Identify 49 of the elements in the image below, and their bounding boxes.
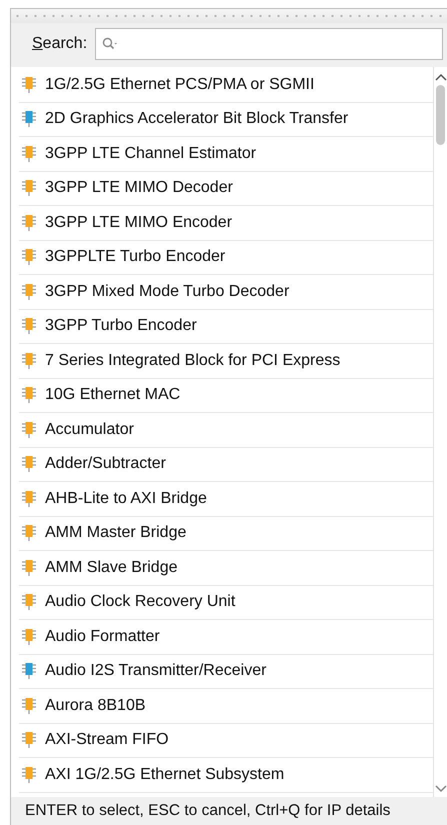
- item-name: 7 Series Integrated Block for PCI Express: [45, 352, 340, 370]
- search-icon[interactable]: [102, 37, 118, 51]
- list-item[interactable]: AHB-Lite to AXI Bridge: [19, 482, 433, 516]
- list-item[interactable]: Audio Clock Recovery Unit: [19, 586, 433, 620]
- item-name: 3GPP Mixed Mode Turbo Decoder: [45, 282, 290, 301]
- list-item[interactable]: AXI-Stream FIFO: [19, 724, 433, 758]
- list-item[interactable]: 3GPP Turbo Encoder: [19, 310, 433, 344]
- item-name: AXI 1G/2.5G Ethernet Subsystem: [45, 766, 284, 784]
- item-name: Audio Clock Recovery Unit: [45, 593, 236, 612]
- list-item[interactable]: 3GPPLTE Turbo Encoder: [19, 240, 433, 275]
- item-name: 10G Ethernet MAC: [45, 386, 180, 404]
- list-item[interactable]: AMM Master Bridge: [19, 516, 433, 551]
- list-item[interactable]: 3GPP LTE MIMO Encoder: [19, 206, 433, 240]
- search-label: Search:: [32, 35, 88, 53]
- list-item[interactable]: 3GPP LTE MIMO Decoder: [19, 172, 433, 206]
- list-item[interactable]: AXI 1G/2.5G Ethernet Subsystem: [19, 758, 433, 792]
- list-item[interactable]: AMM Slave Bridge: [19, 551, 433, 586]
- list-item[interactable]: 3GPP LTE Channel Estimator: [19, 137, 433, 172]
- status-bar: ENTER to select, ESC to cancel, Ctrl+Q for IP details: [10, 797, 447, 825]
- list-item[interactable]: 1G/2.5G Ethernet PCS/PMA or SGMII: [19, 68, 433, 102]
- scrollbar[interactable]: [433, 67, 447, 797]
- item-name: 3GPP LTE MIMO Decoder: [45, 179, 233, 198]
- item-name: 3GPPLTE Turbo Encoder: [45, 248, 226, 266]
- item-name: AMM Master Bridge: [45, 524, 186, 542]
- item-name: 3GPP Turbo Encoder: [45, 317, 197, 336]
- item-name: Accumulator: [45, 420, 134, 439]
- item-name: Audio I2S Transmitter/Receiver: [45, 662, 266, 680]
- list-item[interactable]: 7 Series Integrated Block for PCI Express: [19, 344, 433, 378]
- list-item[interactable]: Adder/Subtracter: [19, 448, 433, 482]
- search-field[interactable]: [95, 28, 443, 60]
- list-item[interactable]: 10G Ethernet MAC: [19, 378, 433, 413]
- drag-handle[interactable]: [10, 8, 447, 23]
- list-item[interactable]: Audio I2S Transmitter/Receiver: [19, 654, 433, 689]
- item-name: 2D Graphics Accelerator Bit Block Transfer: [45, 110, 348, 128]
- item-name: Aurora 8B10B: [45, 696, 146, 715]
- item-name: AHB-Lite to AXI Bridge: [45, 490, 207, 508]
- list-item[interactable]: Accumulator: [19, 413, 433, 448]
- item-name: 3GPP LTE MIMO Encoder: [45, 214, 232, 232]
- item-name: 3GPP LTE Channel Estimator: [45, 144, 256, 163]
- list-item[interactable]: Aurora 8B10B: [19, 689, 433, 724]
- item-name: AXI-Stream FIFO: [45, 731, 169, 750]
- item-name: 1G/2.5G Ethernet PCS/PMA or SGMII: [45, 76, 314, 94]
- item-name: AMM Slave Bridge: [45, 558, 178, 577]
- scrollbar-thumb[interactable]: [436, 85, 445, 145]
- item-name: Adder/Subtracter: [45, 455, 166, 474]
- list-item[interactable]: 2D Graphics Accelerator Bit Block Transfer: [19, 102, 433, 137]
- item-name: Audio Formatter: [45, 628, 160, 646]
- list-item[interactable]: Audio Formatter: [19, 620, 433, 654]
- list-item[interactable]: 3GPP Mixed Mode Turbo Decoder: [19, 275, 433, 310]
